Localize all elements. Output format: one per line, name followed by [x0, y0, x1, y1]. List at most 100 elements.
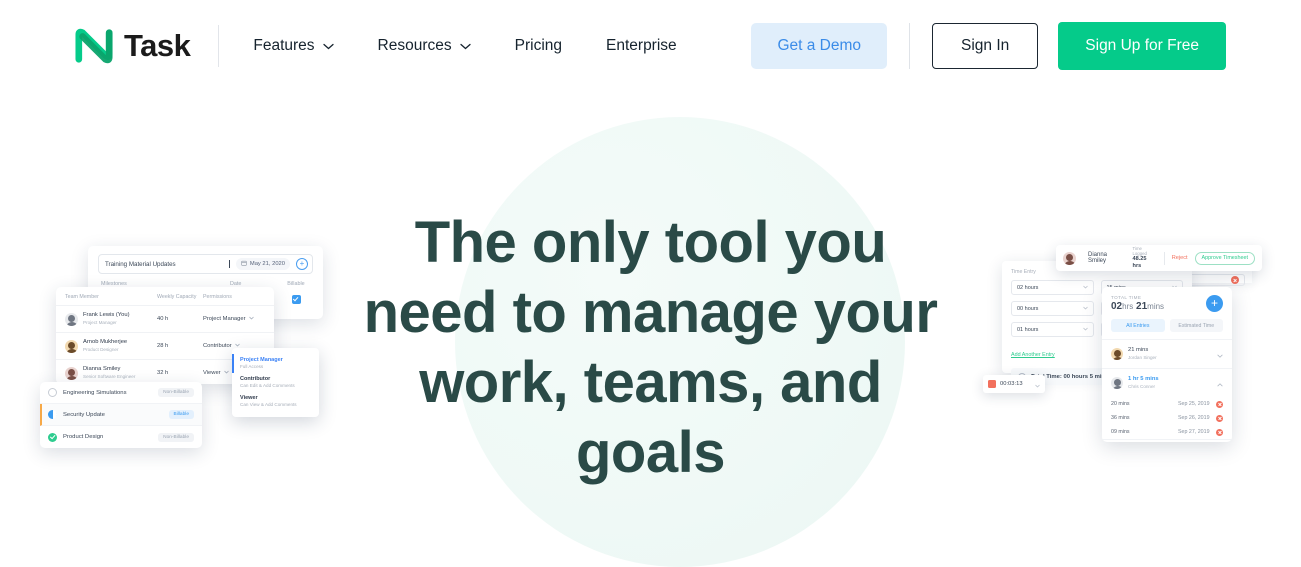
table-row[interactable]: Frank Lewis (You) Project Manager 40 h P…	[56, 305, 274, 332]
tab-all-entries[interactable]: All Entries	[1111, 319, 1165, 332]
circle-progress-icon[interactable]	[48, 410, 57, 419]
dropdown-option-project-manager[interactable]: Project Manager Full Access	[232, 354, 319, 374]
member-role: Senior Software Engineer	[83, 373, 136, 379]
hours-value: 02 hours	[1017, 284, 1039, 291]
sub-entry-duration: 36 mins	[1111, 415, 1130, 421]
time-logged-block: Time Logged 48.25 hrs	[1133, 246, 1157, 271]
task-title-value: Training Material Updates	[105, 260, 176, 268]
timer-widget[interactable]: 00:03:13	[983, 375, 1045, 393]
list-item[interactable]: 1 hr 5 mins Chris Conner	[1102, 368, 1232, 397]
get-a-demo-button[interactable]: Get a Demo	[751, 23, 888, 69]
dropdown-option-contributor[interactable]: Contributor Can Edit & Add Comments	[232, 373, 319, 392]
approval-user-name: Dianna Smiley	[1088, 252, 1108, 264]
sub-entry-date: Sep 25, 2019	[1178, 401, 1210, 407]
nav-item-resources-label: Resources	[377, 37, 452, 54]
entry-text: 21 mins Jordan Singer	[1128, 347, 1217, 361]
reject-button[interactable]: Reject	[1172, 255, 1188, 261]
hours-select[interactable]: 00 hours	[1011, 301, 1094, 316]
date-chip-label: May 21, 2020	[249, 261, 285, 267]
nav-item-enterprise-label: Enterprise	[606, 37, 677, 54]
dropdown-option-title: Viewer	[240, 395, 258, 402]
list-item[interactable]: 52 mins Eve Akinson	[1102, 439, 1232, 442]
list-item[interactable]: Engineering Simulations Non-Billable	[40, 382, 202, 404]
circle-empty-icon[interactable]	[48, 388, 57, 397]
team-table-header: Team Member Weekly Capacity Permissions	[56, 287, 274, 305]
chevron-up-icon[interactable]	[1217, 374, 1223, 392]
sub-entry-date: Sep 26, 2019	[1178, 415, 1210, 421]
nav-item-enterprise[interactable]: Enterprise	[606, 37, 677, 55]
billable-cell[interactable]	[282, 294, 310, 304]
total-mins: 21	[1136, 301, 1148, 312]
nav-item-features[interactable]: Features	[253, 37, 334, 55]
logo[interactable]: Task	[75, 27, 191, 65]
approval-bar: Dianna Smiley Time Logged 48.25 hrs Reje…	[1056, 245, 1262, 271]
member-capacity: 28 h	[157, 343, 169, 349]
member-capacity: 32 h	[157, 370, 169, 376]
chevron-down-icon	[223, 370, 229, 376]
check-circle-icon[interactable]	[48, 432, 57, 442]
total-time-tabs: All Entries Estimated Time	[1102, 319, 1232, 339]
dropdown-option-title: Project Manager	[240, 357, 283, 363]
close-icon[interactable]	[1231, 276, 1239, 284]
list-item[interactable]: Security Update Billable	[40, 404, 202, 426]
delete-icon[interactable]	[1216, 400, 1223, 408]
tab-estimated-time[interactable]: Estimated Time	[1169, 319, 1223, 332]
entry-user: Jordan Singer	[1128, 354, 1157, 360]
date-chip[interactable]: May 21, 2020	[235, 258, 290, 270]
list-item[interactable]: Product Design Non-Billable	[40, 426, 202, 448]
dropdown-option-viewer[interactable]: Viewer Can View & Add Comments	[232, 392, 319, 411]
dropdown-option-sub: Can Edit & Add Comments	[240, 383, 295, 389]
chevron-down-icon	[459, 43, 471, 50]
column-permissions: Permissions	[203, 294, 232, 300]
plus-circle-icon[interactable]: +	[1206, 295, 1223, 312]
member-name-cell: Arnob Mukherjee Product Designer	[83, 339, 157, 353]
member-name-cell: Dianna Smiley Senior Software Engineer	[83, 366, 157, 380]
sign-up-button[interactable]: Sign Up for Free	[1058, 22, 1226, 70]
right-product-screenshot-cluster: Notes Your notes will be shown here... T…	[980, 235, 1280, 460]
sign-in-button[interactable]: Sign In	[932, 23, 1039, 69]
total-time-value: 02hrs 21mins	[1111, 301, 1164, 312]
chevron-down-icon[interactable]	[1035, 375, 1040, 393]
hours-select[interactable]: 01 hours	[1011, 322, 1094, 337]
task-name: Security Update	[63, 411, 105, 418]
member-name: Frank Lewis (You)	[83, 312, 130, 318]
table-row: 20 mins Sep 25, 2019	[1102, 397, 1232, 411]
calendar-icon	[241, 260, 247, 268]
delete-icon[interactable]	[1216, 414, 1223, 422]
member-name: Dianna Smiley	[83, 366, 121, 372]
approve-timesheet-button[interactable]: Approve Timesheet	[1194, 251, 1255, 265]
dropdown-option-sub: Can View & Add Comments	[240, 402, 297, 408]
header-actions: Get a Demo Sign In Sign Up for Free	[751, 22, 1226, 70]
time-logged-label: Time Logged	[1132, 245, 1147, 257]
main-nav: Features Resources Pricing Enterprise	[253, 37, 676, 55]
entry-text: 1 hr 5 mins Chris Conner	[1128, 376, 1217, 390]
status-badge: Billable	[168, 410, 194, 419]
add-another-entry-link[interactable]: Add Another Entry	[1011, 352, 1055, 358]
task-name: Product Design	[63, 434, 104, 440]
chevron-down-icon[interactable]	[1217, 345, 1223, 363]
time-logged-value: 48.25 hrs	[1132, 256, 1147, 270]
permissions-dropdown[interactable]: Project Manager Full Access Contributor …	[232, 348, 319, 418]
member-capacity: 40 h	[157, 316, 169, 322]
member-permission-select[interactable]: Project Manager	[203, 316, 265, 322]
stop-square-icon[interactable]	[988, 380, 996, 388]
delete-icon[interactable]	[1216, 428, 1223, 436]
list-item[interactable]: 21 mins Jordan Singer	[1102, 339, 1232, 368]
plus-circle-icon[interactable]: +	[296, 258, 308, 270]
tasks-card: Engineering Simulations Non-Billable Sec…	[40, 382, 202, 448]
avatar	[1063, 251, 1076, 265]
nav-item-resources[interactable]: Resources	[378, 37, 471, 55]
task-title-input[interactable]: Training Material Updates May 21, 2020 +	[98, 254, 313, 274]
approval-divider	[1163, 251, 1165, 265]
chevron-down-icon	[1082, 327, 1088, 333]
checkbox-checked-icon[interactable]	[291, 294, 301, 304]
hours-select[interactable]: 02 hours	[1011, 280, 1094, 295]
total-time-label: TOTAL TIME	[1111, 295, 1142, 300]
entry-duration: 21 mins	[1128, 347, 1149, 354]
nav-item-pricing[interactable]: Pricing	[515, 37, 562, 55]
actions-divider	[909, 23, 911, 69]
site-header: Task Features Resources Pricing Enterpri…	[0, 0, 1301, 92]
timer-value: 00:03:13	[1000, 381, 1023, 387]
sub-entry-duration: 09 mins	[1111, 429, 1130, 435]
member-name: Arnob Mukherjee	[83, 339, 128, 345]
